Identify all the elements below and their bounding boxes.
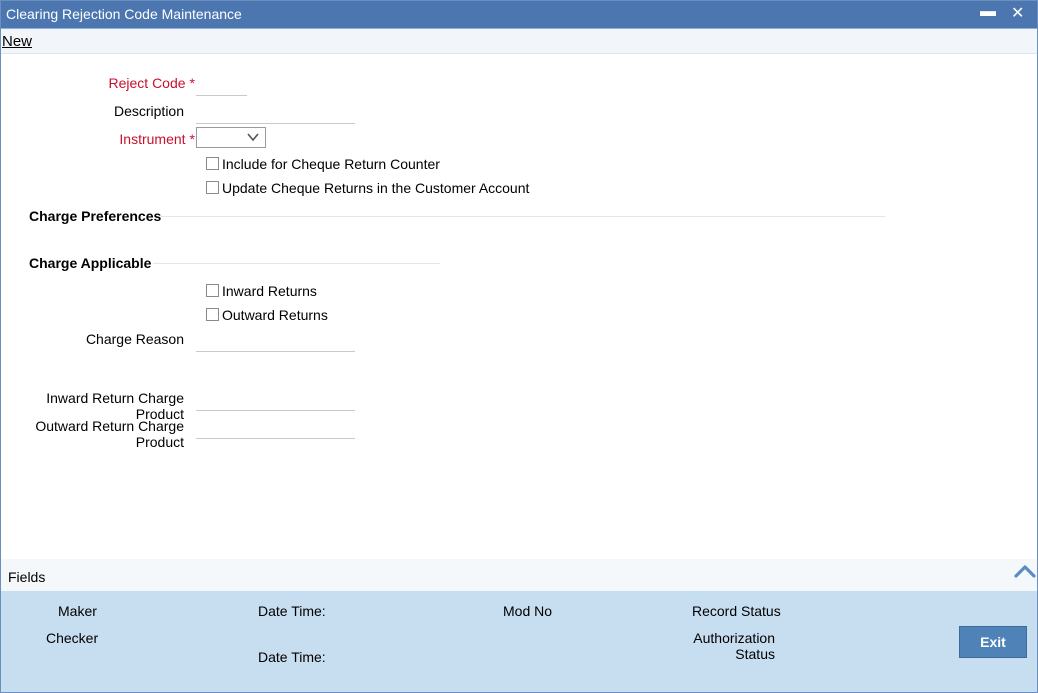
inward-returns-checkbox[interactable]: [206, 284, 219, 297]
exit-button[interactable]: Exit: [959, 626, 1027, 658]
update-cheque-returns-label: Update Cheque Returns in the Customer Ac…: [222, 180, 530, 196]
fields-bar: Fields: [1, 559, 1037, 591]
minimize-icon[interactable]: ▬: [980, 4, 996, 20]
new-link[interactable]: New: [2, 33, 32, 50]
include-cheque-return-counter-checkbox[interactable]: [206, 157, 219, 170]
charge-applicable-heading: Charge Applicable: [29, 255, 152, 271]
description-input[interactable]: [196, 101, 355, 124]
chevron-down-icon: [247, 133, 259, 142]
required-marker: *: [189, 131, 195, 147]
title-bar: Clearing Rejection Code Maintenance ▬ ✕: [1, 1, 1037, 29]
charge-reason-input[interactable]: [196, 329, 355, 352]
checker-label: Checker: [46, 630, 99, 646]
record-status-label: Record Status: [692, 603, 781, 619]
reject-code-label-text: Reject Code: [108, 75, 186, 91]
close-icon[interactable]: ✕: [1011, 3, 1024, 23]
chevron-up-icon[interactable]: [1014, 562, 1036, 580]
instrument-select[interactable]: [196, 127, 266, 148]
update-cheque-returns-checkbox[interactable]: [206, 181, 219, 194]
outward-returns-label: Outward Returns: [222, 307, 328, 323]
outward-return-charge-product-label: Outward Return Charge Product: [1, 418, 184, 450]
window: Clearing Rejection Code Maintenance ▬ ✕ …: [0, 0, 1038, 693]
maker-label: Maker: [58, 603, 97, 619]
mod-no-label: Mod No: [503, 603, 553, 619]
checker-date-time-label: Date Time:: [258, 649, 326, 665]
required-marker: *: [189, 75, 195, 91]
reject-code-input[interactable]: [196, 73, 247, 96]
window-title: Clearing Rejection Code Maintenance: [6, 6, 242, 22]
fields-label[interactable]: Fields: [8, 569, 45, 585]
outward-return-charge-product-input[interactable]: [196, 416, 355, 439]
divider: [153, 263, 440, 264]
instrument-label: Instrument *: [61, 131, 195, 147]
charge-reason-label: Charge Reason: [85, 331, 184, 347]
inward-return-charge-product-input[interactable]: [196, 388, 355, 411]
description-label: Description: [113, 103, 184, 119]
maker-date-time-label: Date Time:: [258, 603, 326, 619]
reject-code-label: Reject Code *: [61, 75, 196, 91]
toolbar: New: [1, 29, 1037, 54]
charge-preferences-heading: Charge Preferences: [29, 208, 162, 224]
outward-return-charge-product-label-line2: Product: [135, 434, 184, 450]
outward-returns-checkbox[interactable]: [206, 308, 219, 321]
authorization-status-label: Authorization Status: [661, 630, 775, 662]
authorization-status-line1: Authorization: [693, 630, 775, 646]
inward-returns-label: Inward Returns: [222, 283, 317, 299]
divider: [161, 216, 885, 217]
include-cheque-return-counter-label: Include for Cheque Return Counter: [222, 156, 440, 172]
instrument-label-text: Instrument: [119, 131, 186, 147]
authorization-status-line2: Status: [735, 646, 775, 662]
outward-return-charge-product-label-line1: Outward Return Charge: [35, 418, 184, 434]
audit-footer: Maker Checker Date Time: Date Time: Mod …: [1, 591, 1037, 692]
